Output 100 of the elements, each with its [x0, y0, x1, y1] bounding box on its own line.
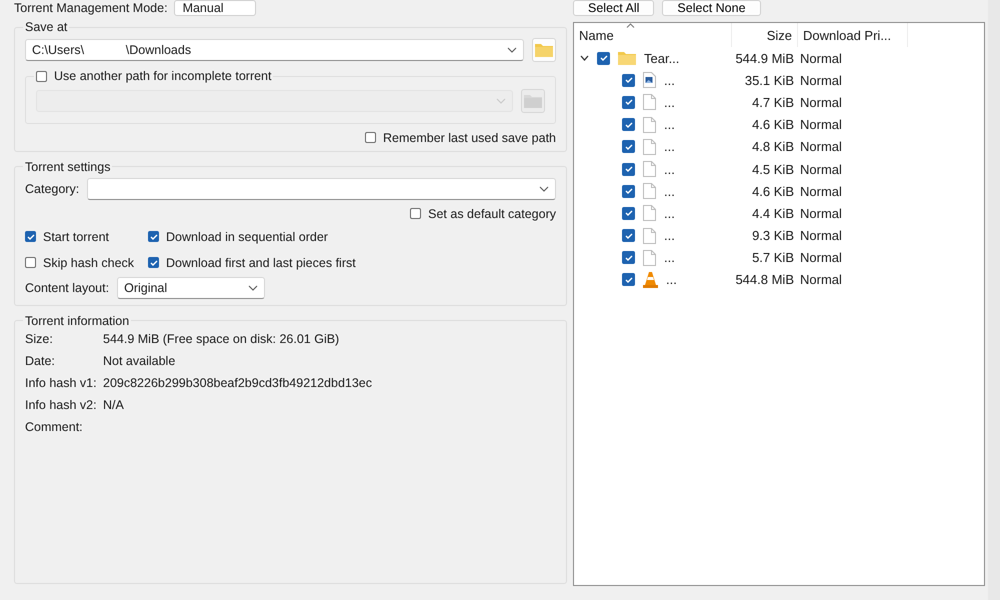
- checkbox[interactable]: [622, 162, 635, 176]
- file-name: ...: [664, 206, 675, 221]
- priority-cell-text: Normal: [799, 206, 843, 221]
- checkmark-icon: [26, 232, 34, 240]
- checkmark-icon: [624, 142, 632, 151]
- checkbox[interactable]: Download in sequential order: [148, 230, 356, 244]
- category-field[interactable]: [87, 178, 556, 200]
- priority-cell-text: Normal: [799, 50, 843, 66]
- checkmark-icon: [624, 98, 632, 106]
- priority-cell-text: Normal: [799, 139, 843, 154]
- size-cell-text: 4.5 KiB: [751, 162, 795, 177]
- expand-chevron-icon[interactable]: [580, 55, 589, 62]
- column-header[interactable]: Size: [732, 23, 798, 47]
- size-cell-text: 5.7 KiB: [751, 250, 795, 266]
- checkbox-box[interactable]: [148, 257, 160, 268]
- checkbox-box[interactable]: [36, 70, 47, 82]
- priority-cell-text: Normal: [799, 184, 843, 199]
- info-value: N/A: [103, 398, 125, 412]
- checkbox[interactable]: [622, 229, 635, 242]
- file-icon: [643, 161, 656, 178]
- checkbox-box[interactable]: [148, 231, 160, 242]
- checkbox[interactable]: Skip hash check: [25, 256, 134, 270]
- size-cell-text: 4.4 KiB: [751, 206, 795, 221]
- info-label: Comment:: [25, 420, 84, 434]
- size-cell-text: 544.8 MiB: [734, 272, 795, 288]
- checkmark-icon: [150, 258, 158, 266]
- checkbox[interactable]: Download first and last pieces first: [148, 256, 356, 270]
- priority-cell-text: Normal: [799, 272, 843, 288]
- checkbox[interactable]: [622, 251, 635, 264]
- size-cell-text: 4.7 KiB: [751, 94, 795, 110]
- priority-cell-text: Normal: [799, 117, 843, 132]
- incomplete-path-field[interactable]: [36, 90, 513, 112]
- content-layout-dropdown[interactable]: Original: [117, 276, 266, 298]
- select-button[interactable]: Select None: [662, 0, 761, 16]
- category-label: Category:: [25, 182, 80, 196]
- checkmark-icon: [624, 120, 632, 129]
- folder-icon: [618, 51, 636, 66]
- info-value: 209c8226b299b308beaf2b9cd3fb49212dbd13ec: [103, 376, 372, 390]
- mode-label: Torrent Management Mode:: [14, 1, 168, 15]
- size-cell-text: 9.3 KiB: [751, 228, 795, 244]
- info-value: 544.9 MiB (Free space on disk: 26.01 GiB): [103, 332, 340, 346]
- file-icon: [643, 116, 656, 133]
- info-label: Info hash v2:: [25, 398, 98, 412]
- file-name: ...: [664, 250, 675, 266]
- column-header[interactable]: Name: [574, 23, 732, 47]
- checkbox[interactable]: Use another path for incomplete torrent: [36, 69, 272, 83]
- file-name: ...: [664, 117, 675, 132]
- checkbox[interactable]: Set as default category: [410, 206, 556, 220]
- checkbox[interactable]: [622, 206, 635, 220]
- column-header[interactable]: Download Pri...: [798, 23, 908, 47]
- file-name: ...: [666, 272, 677, 288]
- size-cell-text: 4.6 KiB: [751, 117, 795, 132]
- image-file-icon: [643, 72, 656, 88]
- priority-cell-text: Normal: [799, 250, 843, 266]
- checkbox-box[interactable]: [25, 257, 36, 268]
- file-name: ...: [664, 72, 675, 88]
- traffic-cone-icon: [643, 272, 658, 288]
- checkbox[interactable]: [622, 74, 635, 87]
- checkbox[interactable]: [622, 140, 635, 154]
- file-name: Tear...: [644, 50, 680, 66]
- info-label: Size:: [25, 332, 54, 346]
- file-icon: [643, 205, 656, 222]
- content-layout-label: Content layout:: [25, 280, 110, 294]
- checkmark-icon: [624, 165, 632, 174]
- size-cell-text: 35.1 KiB: [744, 72, 795, 88]
- file-icon: [643, 228, 656, 244]
- checkmark-icon: [150, 232, 158, 240]
- checkbox[interactable]: [622, 96, 635, 109]
- select-button[interactable]: Select All: [573, 0, 654, 16]
- file-icon: [643, 138, 656, 155]
- info-label: Date:: [25, 354, 56, 368]
- checkmark-icon: [624, 254, 632, 262]
- checkbox[interactable]: [622, 184, 635, 198]
- group-title: Torrent information: [24, 314, 130, 328]
- file-name: ...: [664, 94, 675, 110]
- file-icon: [643, 94, 656, 110]
- folder-icon: [523, 92, 543, 108]
- checkbox[interactable]: [597, 52, 610, 65]
- group-title: Torrent settings: [24, 160, 112, 174]
- priority-cell-text: Normal: [799, 162, 843, 177]
- file-name: ...: [664, 228, 675, 244]
- checkbox-box[interactable]: [410, 208, 422, 219]
- group-title: Save at: [24, 20, 68, 34]
- size-cell-text: 544.9 MiB: [734, 50, 795, 66]
- checkbox-box[interactable]: [25, 231, 36, 242]
- size-cell-text: 4.8 KiB: [751, 139, 795, 154]
- file-name: ...: [664, 162, 675, 177]
- file-icon: [643, 250, 656, 266]
- mode-dropdown[interactable]: Manual: [174, 0, 256, 16]
- priority-cell-text: Normal: [799, 228, 843, 244]
- info-label: Info hash v1:: [25, 376, 98, 390]
- file-name: ...: [664, 139, 675, 154]
- checkbox[interactable]: [622, 118, 635, 132]
- folder-icon: [534, 42, 554, 58]
- checkbox[interactable]: [622, 273, 635, 286]
- checkbox-box[interactable]: [364, 132, 376, 143]
- checkmark-icon: [624, 209, 632, 218]
- save-path-field[interactable]: C:\Users\ \Downloads: [25, 39, 524, 61]
- checkbox[interactable]: Start torrent: [25, 230, 134, 244]
- checkbox[interactable]: Remember last used save path: [364, 130, 556, 144]
